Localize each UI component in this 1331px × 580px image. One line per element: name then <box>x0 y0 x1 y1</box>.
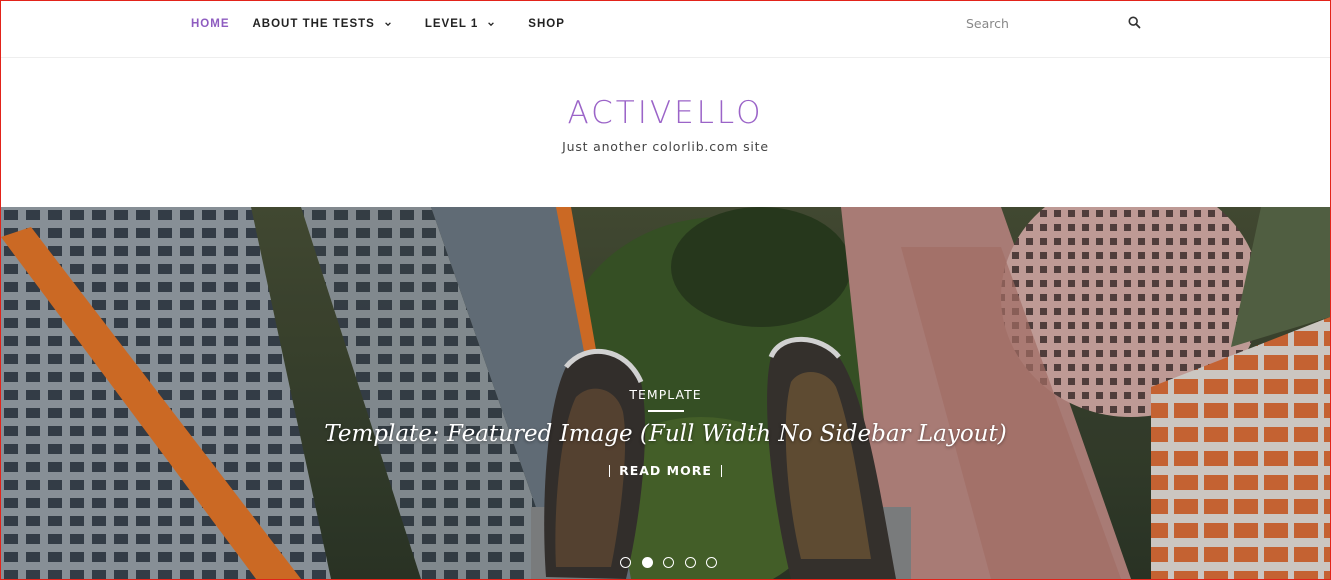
hero-divider <box>647 410 684 412</box>
hero-category[interactable]: TEMPLATE <box>1 387 1330 402</box>
site-tagline: Just another colorlib.com site <box>562 139 769 154</box>
search-icon[interactable] <box>1128 16 1141 29</box>
menu-item-about-the-tests[interactable]: ABOUT THE TESTS <box>253 18 392 30</box>
site-branding: ACTIVELLO Just another colorlib.com site <box>0 95 1331 154</box>
slider-pagination <box>620 557 728 568</box>
menu-item-shop-label: SHOP <box>528 18 565 30</box>
menu-item-level-1-label: LEVEL 1 <box>424 18 479 30</box>
chevron-down-icon <box>384 20 392 28</box>
menu-item-home-label: HOME <box>191 18 230 30</box>
hero-title[interactable]: Template: Featured Image (Full Width No … <box>1 421 1330 447</box>
chevron-down-icon <box>487 20 495 28</box>
menu-item-shop[interactable]: SHOP <box>528 18 565 30</box>
hero-caption: TEMPLATE Template: Featured Image (Full … <box>1 387 1330 482</box>
slider-dot-1[interactable] <box>620 557 631 568</box>
slider-dot-4[interactable] <box>684 557 696 568</box>
top-navigation-bar: HOME ABOUT THE TESTS LEVEL 1 SHOP <box>0 0 1331 58</box>
hero-slider: TEMPLATE Template: Featured Image (Full … <box>1 207 1330 579</box>
search-form <box>966 11 1142 35</box>
read-more-button[interactable]: READ MORE <box>600 463 731 478</box>
menu-item-about-label: ABOUT THE TESTS <box>252 18 375 30</box>
slider-dot-5[interactable] <box>706 557 717 568</box>
main-menu: HOME ABOUT THE TESTS LEVEL 1 SHOP <box>191 0 598 48</box>
site-logo[interactable]: ACTIVELLO <box>0 95 1331 131</box>
slider-dot-3[interactable] <box>663 557 674 568</box>
menu-item-level-1[interactable]: LEVEL 1 <box>425 18 495 30</box>
menu-item-home[interactable]: HOME <box>191 18 230 30</box>
read-more-right-bar <box>720 464 722 477</box>
read-more-label: READ MORE <box>619 463 712 478</box>
slider-dot-2[interactable] <box>641 557 653 568</box>
search-input[interactable] <box>966 12 1116 34</box>
read-more-left-bar <box>609 464 611 477</box>
